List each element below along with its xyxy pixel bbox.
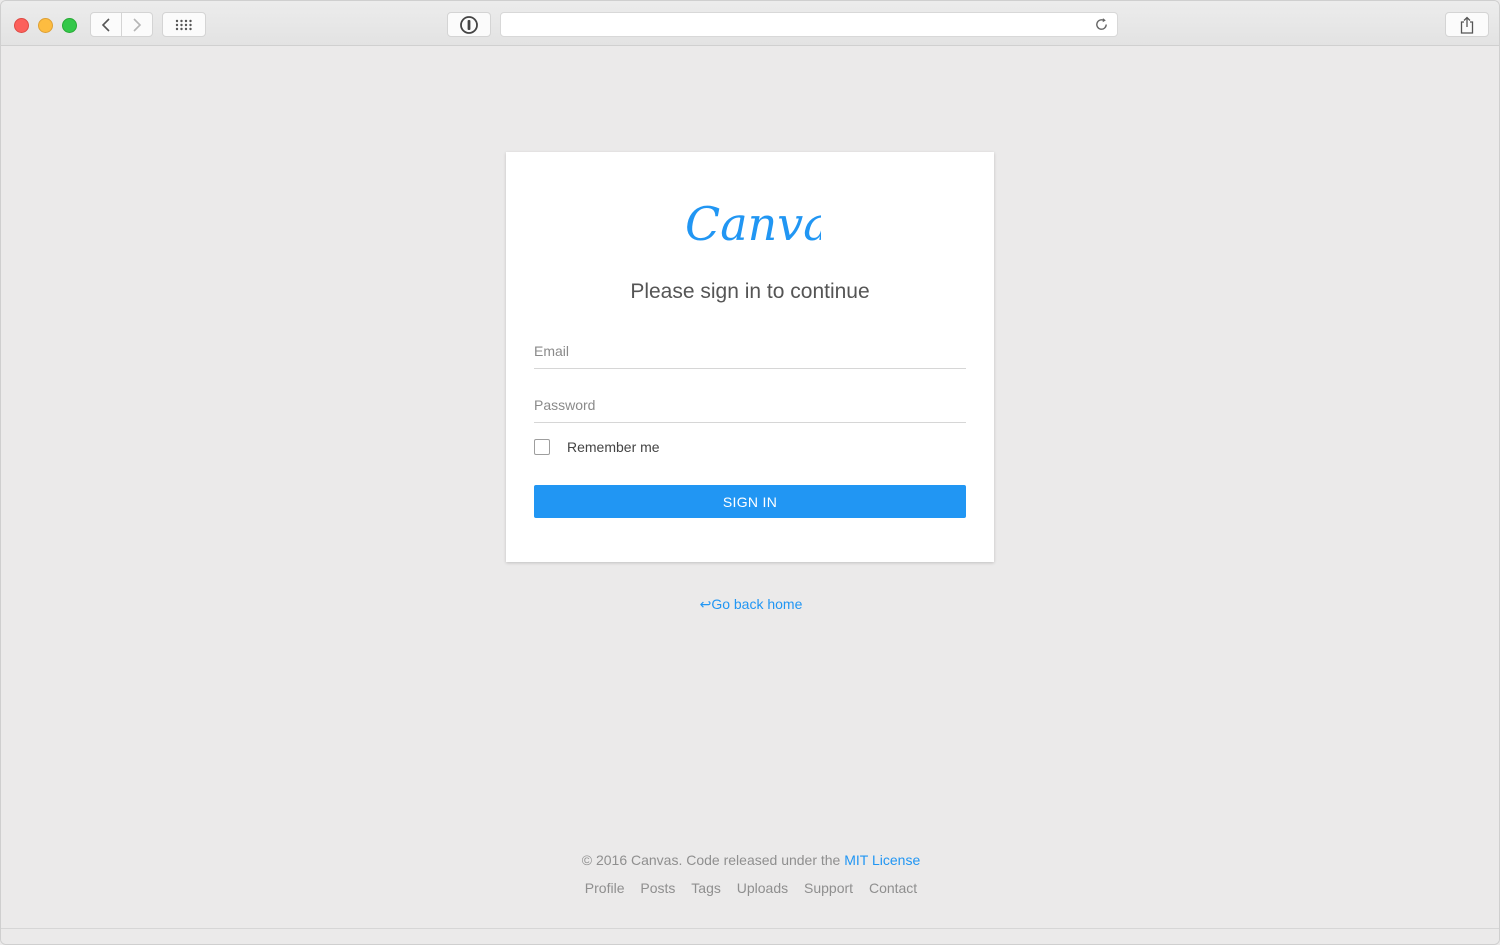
footer-link-posts[interactable]: Posts xyxy=(640,880,675,896)
browser-window: Canvas Please sign in to continue Rememb… xyxy=(0,0,1500,945)
canvas-logo: Canvas xyxy=(685,197,821,251)
forward-button[interactable] xyxy=(121,12,153,37)
sign-in-button[interactable]: SIGN IN xyxy=(534,485,966,518)
reload-icon[interactable] xyxy=(1094,17,1109,32)
login-card: Canvas Please sign in to continue Rememb… xyxy=(506,152,994,562)
footer-link-support[interactable]: Support xyxy=(804,880,853,896)
remember-me-label[interactable]: Remember me xyxy=(567,439,660,455)
password-field[interactable] xyxy=(534,388,966,423)
back-button[interactable] xyxy=(90,12,122,37)
remember-me-checkbox[interactable] xyxy=(534,439,550,455)
svg-text:Canvas: Canvas xyxy=(685,197,821,251)
browser-toolbar xyxy=(1,1,1499,46)
keyhole-icon xyxy=(460,15,478,34)
copyright-text: © 2016 Canvas. Code released under the xyxy=(581,852,841,868)
share-button[interactable] xyxy=(1445,12,1489,37)
password-manager-button[interactable] xyxy=(447,12,491,37)
minimize-window-button[interactable] xyxy=(38,18,53,33)
go-back-home-link[interactable]: ↩Go back home xyxy=(1,596,1499,613)
page-title: Please sign in to continue xyxy=(630,280,870,303)
close-window-button[interactable] xyxy=(14,18,29,33)
window-bottom-bar xyxy=(1,928,1499,944)
zoom-window-button[interactable] xyxy=(62,18,77,33)
go-back-home-label: Go back home xyxy=(711,596,803,612)
chevron-left-icon xyxy=(101,17,110,32)
email-field[interactable] xyxy=(534,334,966,369)
footer-link-contact[interactable]: Contact xyxy=(869,880,917,896)
tab-overview-button[interactable] xyxy=(162,12,206,37)
footer-nav: Profile Posts Tags Uploads Support Conta… xyxy=(1,880,1499,896)
address-bar[interactable] xyxy=(500,12,1118,37)
mit-license-link[interactable]: MIT License xyxy=(844,852,920,868)
copyright-notice: © 2016 Canvas. Code released under the M… xyxy=(1,852,1499,868)
chevron-right-icon xyxy=(133,17,142,32)
footer-link-profile[interactable]: Profile xyxy=(585,880,625,896)
return-arrow-icon: ↩ xyxy=(699,596,712,612)
grid-dots-icon xyxy=(175,19,192,30)
footer-link-uploads[interactable]: Uploads xyxy=(737,880,788,896)
footer-link-tags[interactable]: Tags xyxy=(691,880,721,896)
share-icon xyxy=(1460,16,1474,34)
